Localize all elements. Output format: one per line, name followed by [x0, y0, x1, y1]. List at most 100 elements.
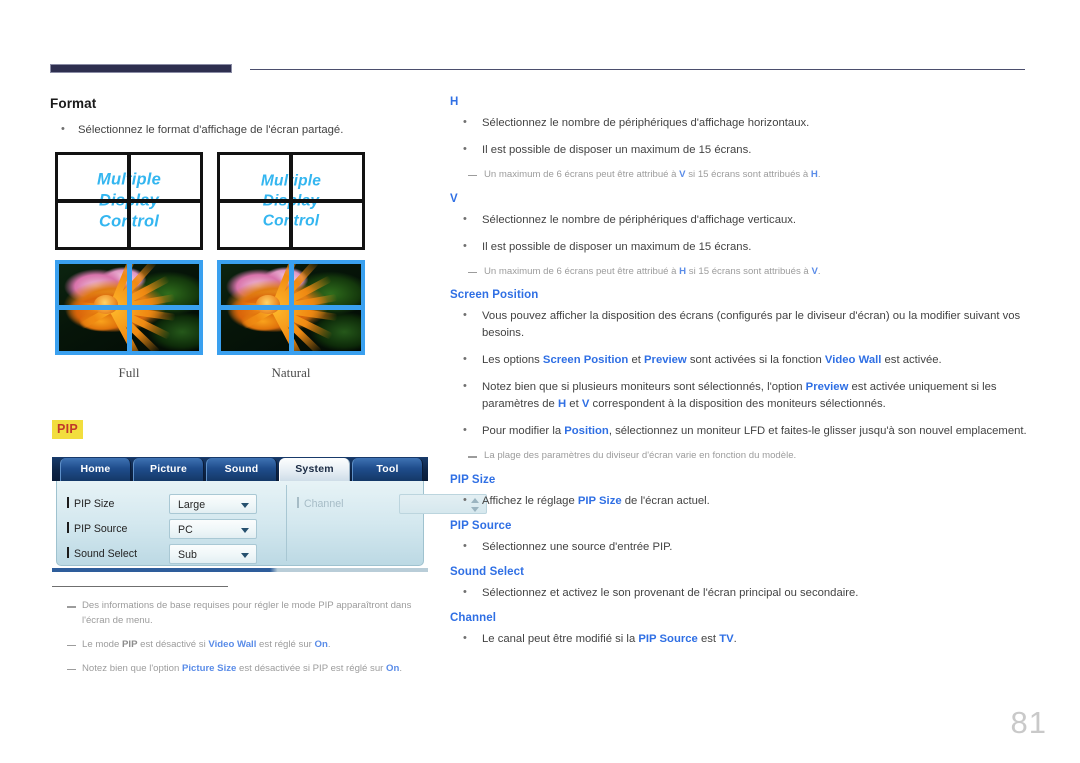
footnote-item: Des informations de base requises pour r…	[52, 599, 432, 629]
left-column: Format Sélectionnez le format d'affichag…	[50, 96, 440, 149]
osd-row-label: Sound Select	[67, 544, 137, 564]
emphasis-text: Screen Position	[542, 354, 629, 367]
header-rule-thick	[50, 64, 232, 73]
osd-dropdown-value: Large	[178, 499, 206, 511]
panel-horizontal-bezel	[58, 199, 200, 203]
figure-caption-natural: Natural	[271, 365, 311, 380]
emphasis-text: H	[679, 265, 687, 277]
flower-figure-full	[55, 260, 203, 355]
section-heading-screen-position: Screen Position	[450, 289, 539, 302]
bullet-item: Le canal peut être modifié si la PIP Sou…	[450, 630, 1028, 648]
osd-tab-picture[interactable]: Picture	[133, 458, 204, 481]
panel-horizontal-bezel	[221, 305, 361, 310]
section-heading-channel: Channel	[450, 611, 497, 624]
bullet-text: Le canal peut être modifié si la PIP Sou…	[482, 632, 737, 645]
emphasis-text: Preview	[644, 354, 687, 367]
emphasis-text: Preview	[805, 381, 849, 394]
bullet-text: Notez bien que si plusieurs moniteurs so…	[482, 381, 997, 411]
bullet-text: Il est possible de disposer un maximum d…	[482, 240, 752, 253]
bullet-item: Sélectionnez et activez le son provenant…	[450, 584, 1028, 602]
flower-figure-group	[55, 260, 385, 358]
emphasis-text: V	[811, 265, 818, 277]
bullet-item: Sélectionnez le nombre de périphériques …	[450, 114, 1028, 132]
figure-natural-panel: MultipleDisplayControl	[217, 152, 365, 250]
bullet-item: Notez bien que si plusieurs moniteurs so…	[450, 378, 1028, 413]
chevron-down-icon	[241, 528, 249, 533]
panel-horizontal-bezel	[220, 199, 362, 203]
bullet-text: Sélectionnez et activez le son provenant…	[482, 586, 859, 599]
section-bullet-list: Sélectionnez une source d'entrée PIP.	[450, 538, 1028, 556]
bullet-item: Sélectionnez une source d'entrée PIP.	[450, 538, 1028, 556]
right-column: H Sélectionnez le nombre de périphériques…	[450, 96, 1028, 658]
emphasis-text: Video Wall	[208, 638, 257, 650]
header-rule	[50, 64, 1025, 74]
emphasis-text: On	[386, 662, 400, 674]
emphasis-text: Video Wall	[824, 354, 882, 367]
osd-row-pip-size[interactable]: PIP Size Large	[67, 494, 267, 514]
section-heading-v: V	[450, 192, 458, 205]
chevron-down-icon	[241, 553, 249, 558]
bullet-text: Sélectionnez une source d'entrée PIP.	[482, 540, 673, 553]
bullet-item: Les options Screen Position et Preview s…	[450, 351, 1028, 369]
osd-tab-system[interactable]: System	[279, 458, 350, 481]
format-bullet-list: Sélectionnez le format d'affichage de l'…	[50, 121, 440, 139]
section-heading-pip-source: PIP Source	[450, 519, 512, 532]
inline-footnote: Un maximum de 6 écrans peut être attribu…	[468, 265, 1028, 280]
emphasis-text: PIP	[122, 638, 138, 650]
figure-full-panel: MultipleDisplayControl	[55, 152, 203, 250]
emphasis-text: TV	[719, 632, 734, 645]
panel-horizontal-bezel	[59, 305, 199, 310]
figure-caption-full: Full	[118, 365, 140, 380]
osd-column-divider	[286, 485, 287, 561]
osd-row-label: PIP Source	[67, 519, 127, 539]
bullet-item: Il est possible de disposer un maximum d…	[450, 141, 1028, 183]
osd-dropdown-sound-select[interactable]: Sub	[169, 544, 257, 564]
section-heading-h: H	[450, 96, 459, 108]
page-title: Format	[50, 96, 97, 111]
emphasis-text: PIP Size	[577, 494, 622, 507]
emphasis-text: Position	[564, 425, 609, 438]
emphasis-text: V	[679, 168, 686, 180]
section-heading-sound-select: Sound Select	[450, 565, 525, 578]
emphasis-text: H	[810, 168, 818, 180]
pip-section-badge: PIP	[52, 420, 84, 439]
footnote-item: Notez bien que l'option Picture Size est…	[52, 662, 432, 677]
section-bullet-list: Sélectionnez le nombre de périphériques …	[450, 211, 1028, 280]
emphasis-text: H	[557, 398, 567, 411]
section-bullet-list: Sélectionnez le nombre de périphériques …	[450, 114, 1028, 183]
header-rule-thin	[250, 69, 1025, 70]
bullet-text: Pour modifier la Position, sélectionnez …	[482, 425, 1027, 438]
bullet-text: Les options Screen Position et Preview s…	[482, 354, 942, 367]
osd-row-label: PIP Size	[67, 494, 114, 514]
section-bullet-list: Sélectionnez et activez le son provenant…	[450, 584, 1028, 602]
bullet-text: Sélectionnez le nombre de périphériques …	[482, 117, 810, 129]
bullet-item: Sélectionnez le format d'affichage de l'…	[50, 121, 440, 139]
emphasis-text: PIP Source	[638, 632, 698, 645]
osd-tab-tool[interactable]: Tool	[352, 458, 423, 481]
section-bullet-list: Affichez le réglage PIP Size de l'écran …	[450, 492, 1028, 510]
section-bullet-list: Le canal peut être modifié si la PIP Sou…	[450, 630, 1028, 648]
osd-menu-body: PIP Size Large PIP Source PC Sound Select Sub…	[56, 481, 487, 566]
bullet-text: Vous pouvez afficher la disposition des …	[482, 310, 1021, 340]
emphasis-text: Picture Size	[181, 662, 237, 674]
bullet-item: Pour modifier la Position, sélectionnez …	[450, 422, 1028, 464]
osd-row-pip-source[interactable]: PIP Source PC	[67, 519, 267, 539]
bullet-item: Il est possible de disposer un maximum d…	[450, 238, 1028, 280]
section-bullet-list: Vous pouvez afficher la disposition des …	[450, 307, 1028, 464]
footnote-block: Des informations de base requises pour r…	[52, 586, 432, 685]
inline-footnote: La plage des paramètres du diviseur d'éc…	[468, 449, 1028, 464]
osd-footer-bar	[52, 568, 428, 572]
osd-tab-bar: Home Picture Sound System Tool	[52, 457, 428, 481]
osd-menu-mockup: Home Picture Sound System Tool PIP Size Large…	[52, 457, 487, 572]
page-number: 81	[1010, 705, 1047, 740]
footnote-separator	[52, 586, 228, 587]
bullet-text: Il est possible de disposer un maximum d…	[482, 143, 752, 156]
format-figure-group: MultipleDisplayControl MultipleDisplayCo…	[55, 152, 385, 252]
osd-dropdown-pip-size[interactable]: Large	[169, 494, 257, 514]
osd-row-sound-select[interactable]: Sound Select Sub	[67, 544, 267, 564]
bullet-item: Affichez le réglage PIP Size de l'écran …	[450, 492, 1028, 510]
osd-dropdown-pip-source[interactable]: PC	[169, 519, 257, 539]
inline-footnote: Un maximum de 6 écrans peut être attribu…	[468, 168, 1028, 183]
osd-tab-home[interactable]: Home	[60, 458, 131, 481]
osd-tab-sound[interactable]: Sound	[206, 458, 277, 481]
